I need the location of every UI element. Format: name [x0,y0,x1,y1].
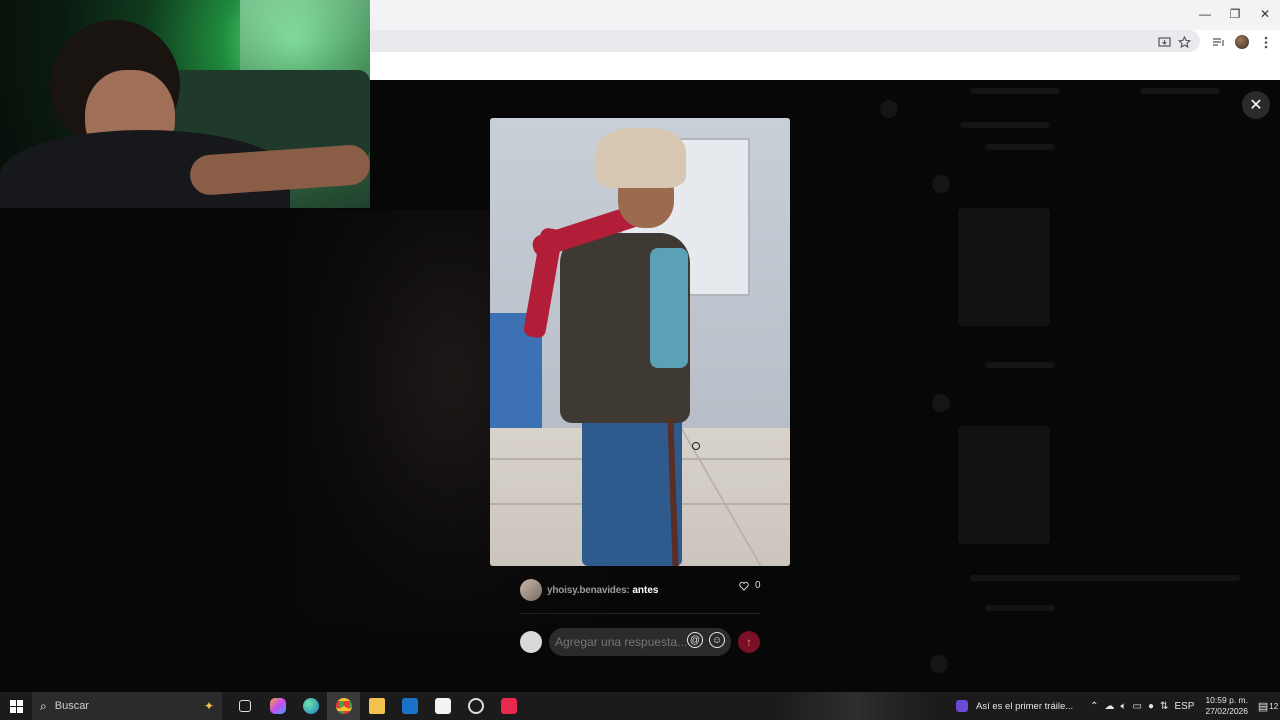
minimize-button[interactable]: — [1190,0,1220,28]
ghost-text [970,88,1060,94]
show-hidden-icons-icon[interactable]: ⌃ [1090,701,1098,712]
comment-photo[interactable] [490,118,790,566]
comment-divider [520,613,760,614]
copilot-icon[interactable] [261,692,294,720]
start-button[interactable] [0,692,32,720]
close-window-button[interactable]: ✕ [1250,0,1280,28]
bookmark-star-icon[interactable] [1176,34,1192,50]
ghost-avatar [932,394,950,412]
search-icon: ⌕ [40,698,47,713]
webcam-overlay [0,0,370,208]
media-controls-icon[interactable] [1210,34,1226,50]
network-icon[interactable]: ⇅ [1160,701,1168,712]
like-button[interactable]: 0 [739,580,761,591]
search-placeholder: Buscar [54,700,89,712]
clock-date: 27/02/2026 [1205,706,1248,716]
commenter-username[interactable]: yhoisy.benavides: [547,585,630,596]
media-app-icon [956,700,969,712]
taskbar-apps [228,692,525,720]
edge-icon[interactable] [294,692,327,720]
store-icon[interactable] [426,692,459,720]
ghost-text [1140,88,1220,94]
restore-button[interactable]: ❐ [1220,0,1250,28]
now-playing[interactable]: Así es el primer tráile... [956,700,1073,712]
file-explorer-icon[interactable] [360,692,393,720]
ghost-thumbnail [958,208,1050,326]
comment: yhoisy.benavides: antes [520,578,765,602]
close-modal-button[interactable]: ✕ [1242,91,1270,119]
taskbar-search[interactable]: ⌕ Buscar ✦ [32,692,222,720]
outlook-icon[interactable] [393,692,426,720]
notification-count: 12 [1269,701,1279,711]
comment-body: antes [632,584,659,596]
emoji-icon[interactable]: ☺ [709,632,725,648]
sparkle-icon: ✦ [203,699,214,713]
ghost-avatar [930,655,948,673]
reply-tools: @ ☺ [687,632,725,648]
input-language[interactable]: ESP [1174,701,1194,712]
ghost-text [985,144,1055,150]
screen: — ❐ ✕ ✕ yhoisy.benavides: antes 0 Agrega… [0,0,1280,720]
ghost-text [970,575,1240,581]
windows-logo-icon [9,699,23,713]
task-view-icon[interactable] [228,692,261,720]
ghost-thumbnail [958,426,1050,544]
mention-icon[interactable]: @ [687,632,703,648]
clock-time: 10:59 p. m. [1205,695,1248,705]
send-reply-button[interactable]: ↑ [738,631,760,653]
current-user-avatar [520,631,542,653]
menu-kebab-icon[interactable] [1258,34,1274,50]
battery-icon[interactable]: ▭ [1133,701,1142,712]
comment-text: yhoisy.benavides: antes [547,585,658,596]
ghost-text [985,362,1055,368]
taskbar-wedge [775,692,935,720]
notifications-button[interactable]: ▤ 12 [1256,692,1280,720]
now-playing-title: Así es el primer tráile... [976,700,1074,712]
window-controls: — ❐ ✕ [1190,0,1280,28]
ghost-text [960,122,1050,128]
system-tray: Así es el primer tráile... ⌃ ☁ 🔈︎ ▭ ● ⇅ … [956,692,1280,720]
ghost-avatar [880,100,898,118]
photo-hat [596,128,686,188]
onedrive-icon[interactable]: ☁ [1105,701,1115,712]
heart-icon [739,581,749,591]
tiktok-icon[interactable] [492,692,525,720]
browser-toolbar [370,30,1280,80]
clock[interactable]: 10:59 p. m. 27/02/2026 [1205,695,1248,717]
mouse-cursor [692,442,700,450]
install-app-icon[interactable] [1156,34,1172,50]
chrome-icon[interactable] [327,692,360,720]
commenter-avatar[interactable] [520,579,542,601]
obs-icon[interactable] [459,692,492,720]
photo-shirt [650,248,688,368]
ghost-avatar [932,175,950,193]
ghost-text [985,605,1055,611]
notification-icon: ▤ [1257,700,1269,713]
like-count: 0 [755,580,761,591]
tab-strip: — ❐ ✕ [370,0,1280,30]
microphone-icon[interactable]: ● [1148,701,1154,712]
address-bar[interactable] [370,30,1200,52]
profile-avatar[interactable] [1234,34,1250,50]
speaker-icon[interactable]: 🔈︎ [1121,701,1127,712]
